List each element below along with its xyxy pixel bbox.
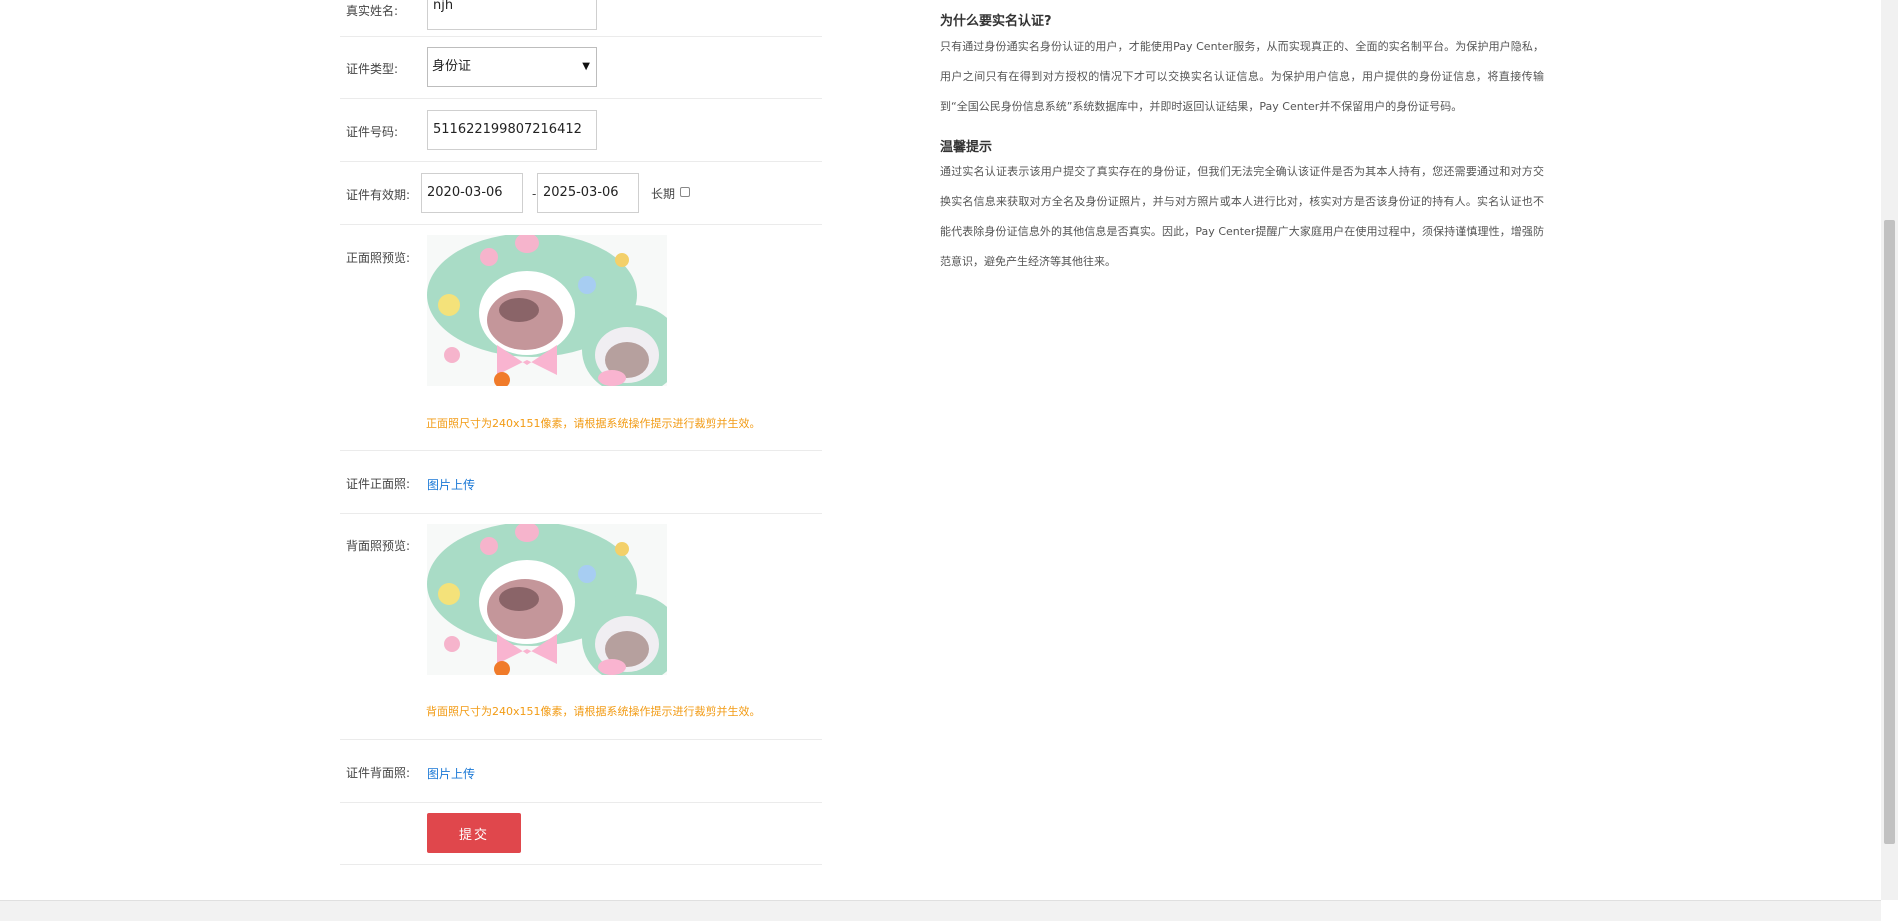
back-photo-preview (427, 524, 667, 675)
validity-label: 证件有效期: (346, 188, 411, 202)
scrollbar-thumb[interactable] (1884, 220, 1895, 844)
front-preview-label: 正面照预览: (346, 251, 411, 265)
dropdown-arrow-icon: ▼ (582, 61, 590, 72)
back-preview-label: 背面照预览: (346, 539, 411, 553)
id-type-row: 证件类型: 身份证 ▼ (340, 37, 822, 99)
submit-button[interactable]: 提交 (427, 813, 521, 853)
front-upload-label: 证件正面照: (346, 477, 411, 491)
id-number-input[interactable]: 511622199807216412 (427, 110, 597, 150)
real-name-label: 真实姓名: (346, 4, 399, 18)
front-upload-row: 证件正面照: 图片上传 (340, 451, 822, 514)
validity-separator: - (532, 187, 537, 201)
id-type-select[interactable]: 身份证 ▼ (427, 47, 597, 87)
front-upload-link[interactable]: 图片上传 (427, 476, 475, 493)
back-upload-row: 证件背面照: 图片上传 (340, 740, 822, 803)
tips-text: 通过实名认证表示该用户提交了真实存在的身份证，但我们无法完全确认该证件是否为其本… (940, 165, 1544, 268)
back-photo-image (427, 524, 667, 675)
why-verify-text: 只有通过身份通实名身份认证的用户，才能使用Pay Center服务，从而实现真正… (940, 40, 1544, 113)
front-preview-row: 正面照预览: 正面照尺寸为240x151像素，请根据系统操作提示进行裁剪并生效。 (340, 225, 822, 451)
id-number-label: 证件号码: (346, 125, 399, 139)
info-panel: 为什么要实名认证? 只有通过身份通实名身份认证的用户，才能使用Pay Cente… (940, 10, 1544, 277)
back-upload-link[interactable]: 图片上传 (427, 765, 475, 782)
validity-end-input[interactable]: 2025-03-06 (537, 173, 639, 213)
back-preview-row: 背面照预览: 背面照尺寸为240x151像素，请根据系统操作提示进行裁剪并生效。 (340, 514, 822, 740)
validity-start-input[interactable]: 2020-03-06 (421, 173, 523, 213)
real-name-input[interactable]: njh (427, 0, 597, 30)
long-term-checkbox[interactable] (680, 187, 690, 197)
page-footer (0, 900, 1881, 921)
front-photo-preview (427, 235, 667, 386)
id-type-label: 证件类型: (346, 62, 399, 76)
back-photo-hint: 背面照尺寸为240x151像素，请根据系统操作提示进行裁剪并生效。 (426, 705, 761, 718)
front-photo-image (427, 235, 667, 386)
id-type-selected-value: 身份证 (432, 59, 472, 74)
real-name-row: 真实姓名: njh (340, 0, 822, 37)
vertical-scrollbar[interactable] (1881, 0, 1898, 900)
validity-row: 证件有效期: 2020-03-06 - 2025-03-06 长期 (340, 162, 822, 225)
submit-row: 提交 (340, 803, 822, 865)
back-upload-label: 证件背面照: (346, 766, 411, 780)
tips-title: 温馨提示 (940, 140, 993, 155)
front-photo-hint: 正面照尺寸为240x151像素，请根据系统操作提示进行裁剪并生效。 (426, 417, 761, 430)
why-verify-title: 为什么要实名认证? (940, 14, 1052, 29)
long-term-label: 长期 (651, 187, 676, 201)
id-number-row: 证件号码: 511622199807216412 (340, 99, 822, 162)
